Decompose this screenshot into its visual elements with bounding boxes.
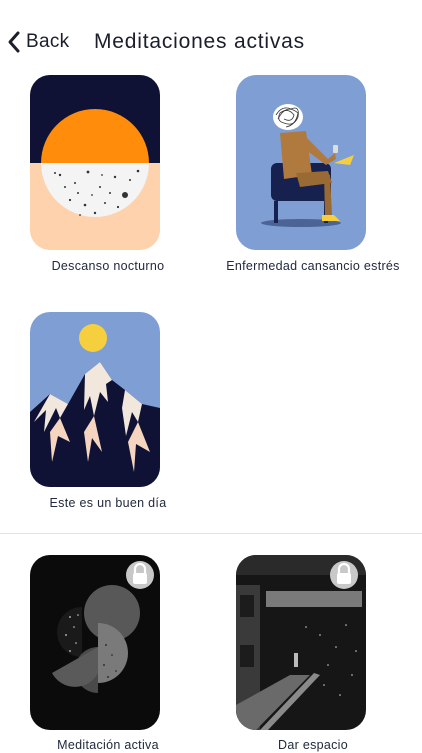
back-label: Back	[26, 31, 70, 52]
room-icon	[236, 555, 366, 730]
card-label: Descanso nocturno	[51, 259, 165, 273]
meditation-card-dar-espacio[interactable]	[236, 555, 366, 730]
card-label: Enfermedad cansancio estrés	[226, 259, 400, 273]
card-label: Meditación activa	[57, 738, 159, 752]
chevron-left-icon	[8, 31, 20, 53]
header-bar: Back Meditaciones activas	[0, 0, 422, 80]
page-title: Meditaciones activas	[94, 30, 305, 53]
meditation-card-enfermedad-cansancio-estres[interactable]	[236, 75, 366, 250]
meditation-card-descanso-nocturno[interactable]	[30, 75, 160, 250]
card-label: Dar espacio	[278, 738, 348, 752]
abstract-shapes-icon	[30, 555, 160, 730]
moon-icon	[30, 75, 160, 250]
mountain-icon	[30, 312, 160, 487]
card-label: Este es un buen día	[49, 496, 167, 510]
meditation-card-meditacion-activa[interactable]	[30, 555, 160, 730]
section-divider	[0, 533, 422, 534]
seated-person-icon	[236, 75, 366, 250]
meditation-card-este-es-un-buen-dia[interactable]	[30, 312, 160, 487]
back-button[interactable]: Back	[6, 28, 69, 56]
